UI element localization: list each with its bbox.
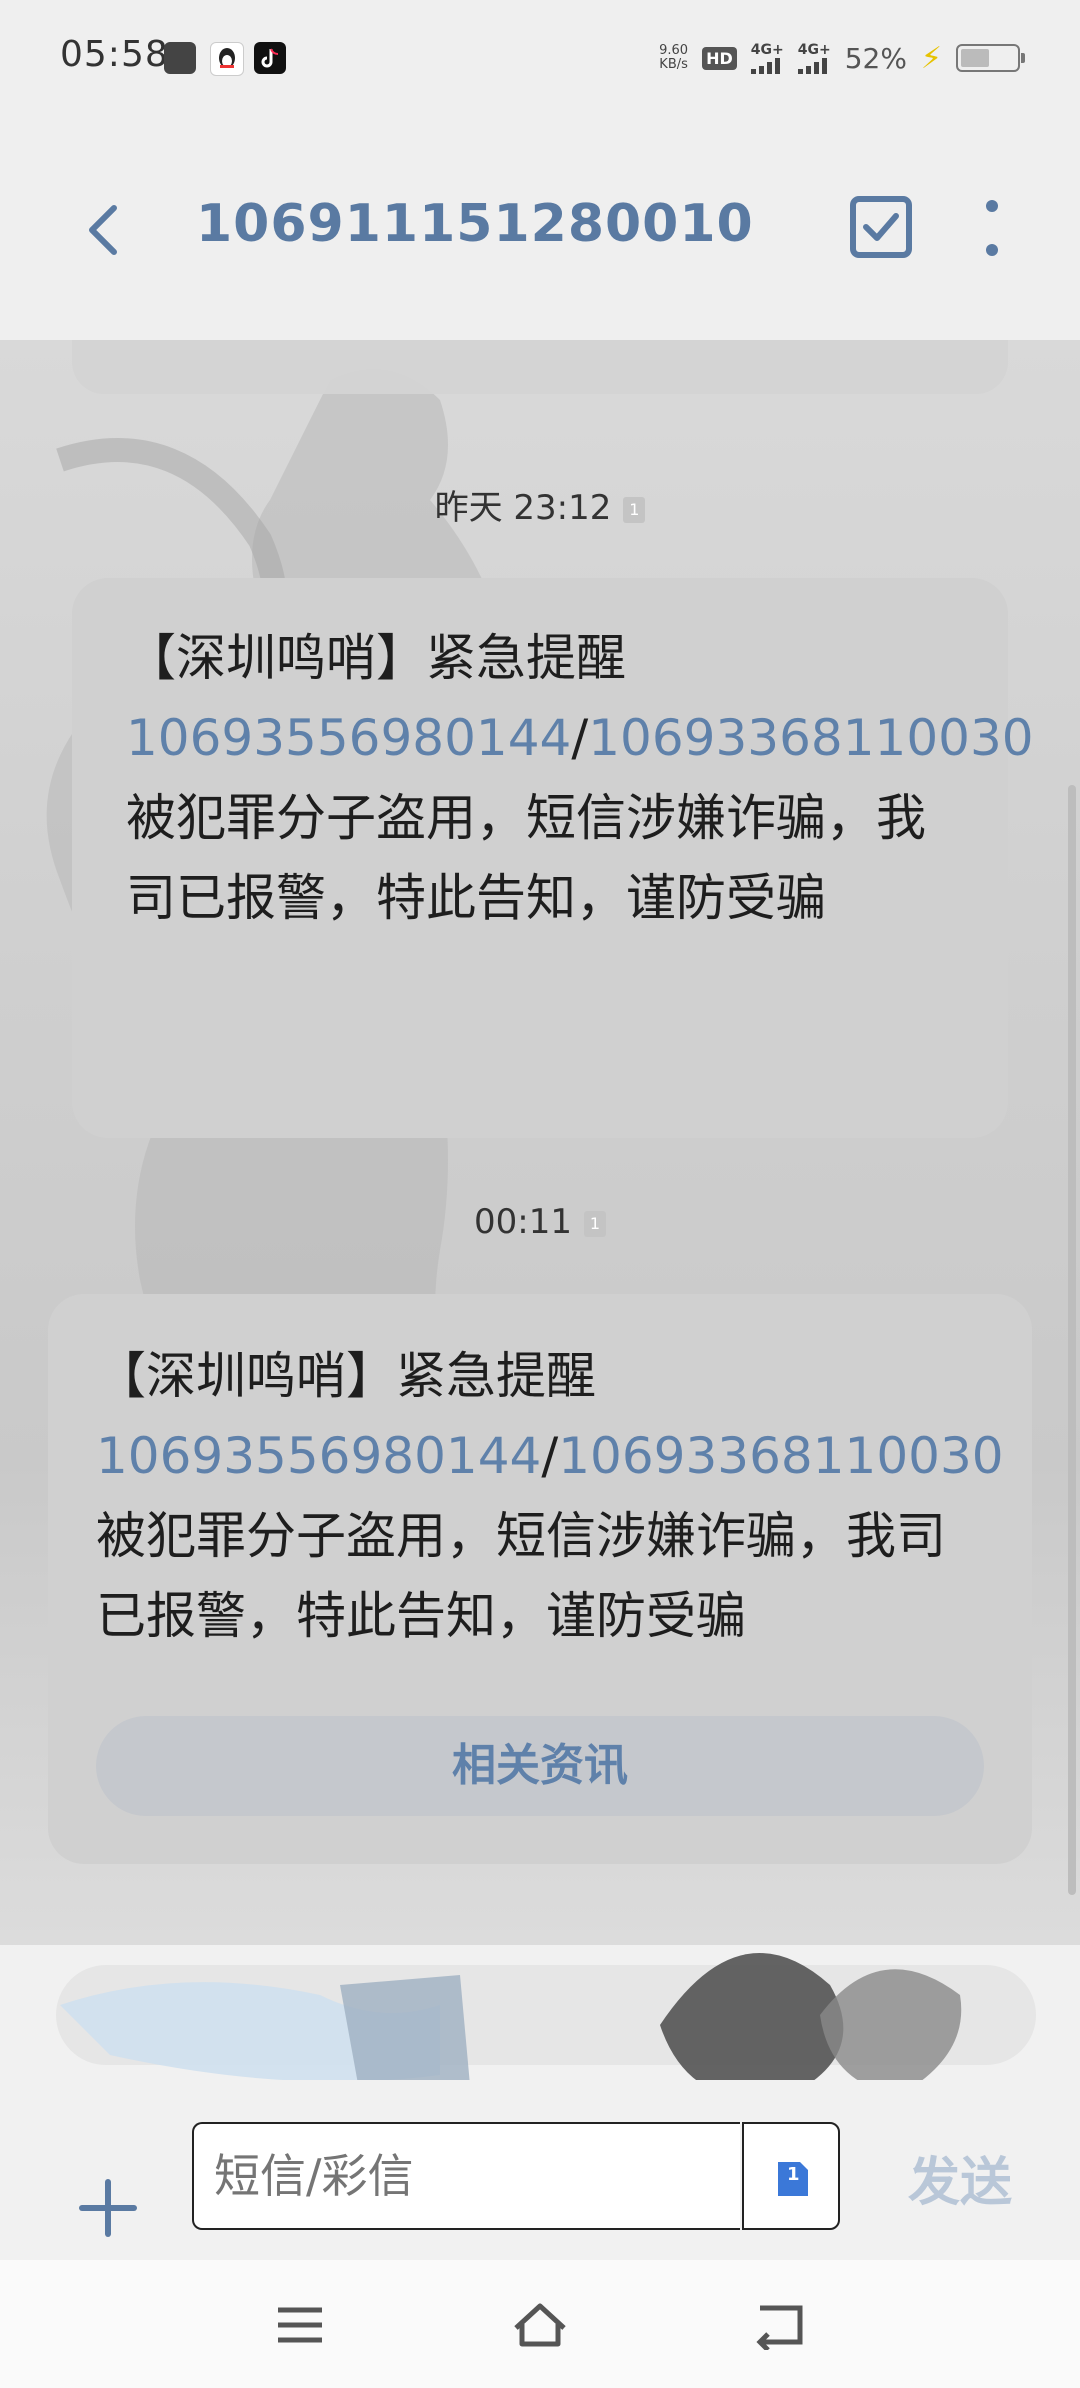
conversation-header: 106911151280010 <box>0 120 1080 340</box>
battery-level <box>961 49 989 67</box>
phone-number-link[interactable]: 10693368110030 <box>588 709 1033 767</box>
phone-number-link[interactable]: 10693556980144 <box>126 709 571 767</box>
wechat-notification-icon <box>164 42 196 74</box>
composer-bar: 1 发送 <box>0 2080 1080 2260</box>
phone-number-link[interactable]: 10693368110030 <box>558 1427 1003 1485</box>
status-time: 05:58 <box>60 34 169 75</box>
signal-sim2-icon: 4G+ <box>797 42 831 74</box>
message-timestamp: 00:11 1 <box>0 1202 1080 1242</box>
related-info-button[interactable]: 相关资讯 <box>96 1716 984 1816</box>
sim-card-icon: 1 <box>583 1210 606 1237</box>
signal-sim1-icon: 4G+ <box>750 42 784 74</box>
sim-select-button[interactable]: 1 <box>742 2122 840 2230</box>
menu-icon[interactable] <box>270 2300 330 2350</box>
back-nav-icon[interactable] <box>750 2300 810 2350</box>
battery-icon <box>956 44 1025 72</box>
add-attachment-icon[interactable] <box>78 2178 138 2238</box>
previous-message-bubble[interactable] <box>72 340 1008 394</box>
phone-number-link[interactable]: 10693556980144 <box>96 1427 541 1485</box>
home-icon[interactable] <box>510 2300 570 2350</box>
contact-title: 106911151280010 <box>196 194 754 254</box>
more-options-icon[interactable] <box>975 196 1009 260</box>
scrollbar[interactable] <box>1068 785 1076 1895</box>
tiktok-notification-icon <box>254 42 286 74</box>
message-timestamp: 昨天 23:12 1 <box>0 480 1080 529</box>
send-button[interactable]: 发送 <box>890 2148 1030 2218</box>
message-bubble[interactable]: 【深圳鸣哨】紧急提醒 10693556980144/10693368110030… <box>48 1294 1032 1864</box>
select-checkbox-icon[interactable] <box>850 196 912 258</box>
system-nav-bar <box>0 2260 1080 2388</box>
battery-percent: 52% <box>844 41 907 75</box>
message-input[interactable] <box>192 2122 740 2230</box>
hd-voice-icon: HD <box>702 46 737 70</box>
back-icon[interactable] <box>80 200 128 260</box>
qq-notification-icon <box>210 42 244 76</box>
charging-icon: ⚡ <box>920 40 942 76</box>
sim-card-icon: 1 <box>623 496 646 523</box>
message-list[interactable]: 昨天 23:12 1 【深圳鸣哨】紧急提醒 10693556980144/1069… <box>0 340 1080 1945</box>
message-bubble[interactable]: 【深圳鸣哨】紧急提醒 10693556980144/10693368110030… <box>72 578 1034 1138</box>
status-bar: 05:58 9.60 KB/s HD 4G+ 4G+ 52% ⚡ <box>0 0 1080 120</box>
network-speed: 9.60 KB/s <box>659 43 689 72</box>
